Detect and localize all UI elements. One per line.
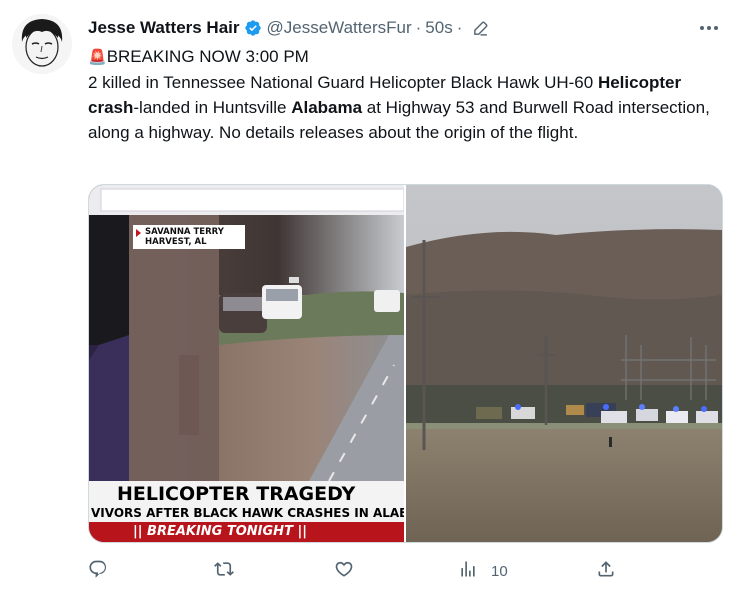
field-scene-image (406, 185, 722, 542)
tweet-header: Jesse Watters Hair @JesseWattersFur · 50… (88, 16, 728, 40)
tweet-text: 🚨BREAKING NOW 3:00 PM 2 killed in Tennes… (88, 44, 728, 145)
tweet-card[interactable]: Jesse Watters Hair @JesseWattersFur · 50… (0, 0, 742, 603)
more-options-icon[interactable] (698, 20, 720, 36)
verified-badge-icon[interactable] (244, 19, 262, 37)
author-name[interactable]: Jesse Watters Hair (88, 18, 240, 38)
body-bold-text: Alabama (291, 98, 363, 117)
views-button[interactable]: 10 (458, 556, 508, 586)
heart-icon (334, 559, 354, 583)
views-count: 10 (491, 562, 508, 580)
chyron-headline: HELICOPTER TRAGEDY (89, 481, 404, 507)
retweet-icon (214, 559, 234, 583)
ticker-bars: || (292, 524, 307, 539)
breaking-line: BREAKING NOW 3:00 PM (106, 47, 309, 66)
tweet-media[interactable]: SAVANNA TERRY HARVEST, AL HELICOPTER TRA… (88, 184, 723, 543)
retweet-button[interactable] (214, 556, 234, 586)
location-line2: HARVEST, AL (145, 237, 207, 247)
views-chart-icon (458, 559, 478, 583)
crash-site-photo[interactable] (406, 185, 722, 542)
reply-button[interactable] (88, 556, 108, 586)
tweet-body: 2 killed in Tennessee National Guard Hel… (88, 70, 728, 145)
tweet-timestamp[interactable]: 50s (425, 18, 452, 38)
tweet-actions: 10 (88, 556, 728, 586)
share-button[interactable] (596, 556, 616, 586)
author-avatar[interactable] (12, 14, 72, 74)
separator-dot: · (415, 18, 422, 37)
ticker-text: BREAKING TONIGHT (147, 524, 293, 539)
like-button[interactable] (334, 556, 354, 586)
news-screenshot-image[interactable]: SAVANNA TERRY HARVEST, AL HELICOPTER TRA… (89, 185, 404, 542)
location-label: SAVANNA TERRY HARVEST, AL (133, 225, 245, 249)
ticker-bars: || (133, 524, 148, 539)
chyron-subline: VIVORS AFTER BLACK HAWK CRASHES IN ALABA (89, 505, 404, 522)
chyron-ticker: || BREAKING TONIGHT || (89, 522, 404, 542)
share-icon (596, 559, 616, 583)
author-handle[interactable]: @JesseWattersFur (267, 18, 412, 38)
edit-pencil-icon[interactable] (472, 20, 489, 37)
avatar-face-image (12, 14, 72, 74)
body-text: -landed in Huntsville (133, 98, 292, 117)
tweet-first-line: 🚨BREAKING NOW 3:00 PM (88, 44, 728, 70)
location-line1: SAVANNA TERRY (145, 227, 224, 237)
separator-dot: · (456, 18, 463, 37)
reply-icon (88, 559, 108, 583)
siren-emoji-icon: 🚨 (88, 49, 107, 66)
body-text: 2 killed in Tennessee National Guard Hel… (88, 73, 598, 92)
